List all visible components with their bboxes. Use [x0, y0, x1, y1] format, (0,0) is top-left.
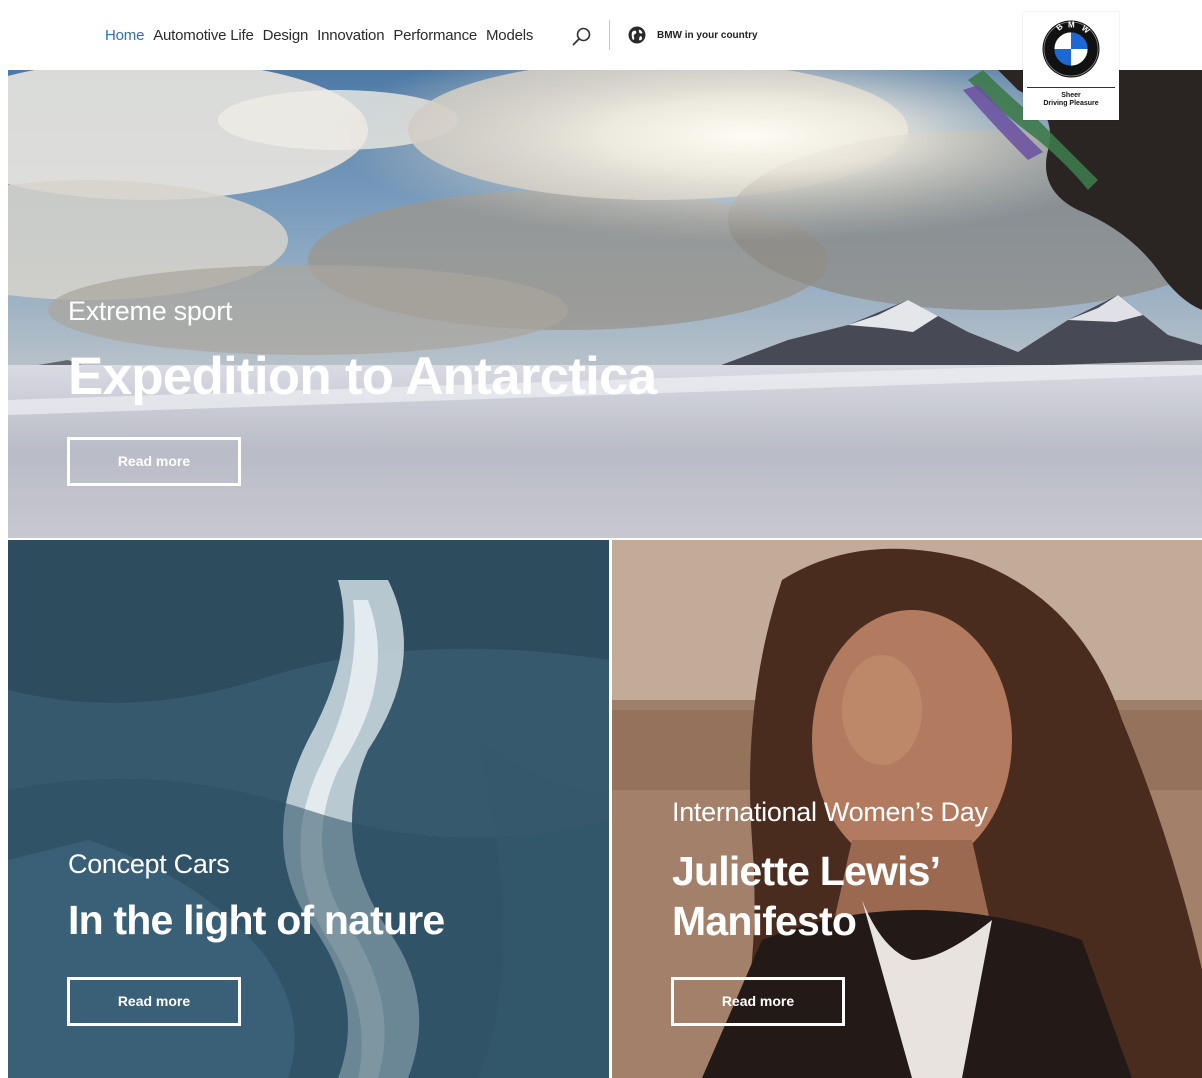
teaser-womens-day[interactable]: International Women’s Day Juliette Lewis… [612, 540, 1202, 1078]
hero-read-more-button[interactable]: Read more [67, 437, 241, 486]
main-menu: Home Automotive Life Design Innovation P… [105, 27, 542, 44]
top-navigation: Home Automotive Life Design Innovation P… [0, 0, 1202, 70]
nav-link-models[interactable]: Models [486, 27, 533, 44]
nav-link-home[interactable]: Home [105, 27, 144, 44]
tile-womens-day-title[interactable]: Juliette Lewis’ Manifesto [672, 846, 941, 946]
nav-link-automotive-life[interactable]: Automotive Life [153, 27, 254, 44]
nav-divider [609, 20, 610, 50]
tile-concept-cars-read-more-button[interactable]: Read more [67, 977, 241, 1026]
teaser-concept-cars[interactable]: Concept Cars In the light of nature Read… [8, 540, 609, 1078]
nav-link-design[interactable]: Design [263, 27, 309, 44]
logo-tagline: Sheer Driving Pleasure [1043, 92, 1099, 107]
country-selector-label: BMW in your country [657, 29, 758, 41]
tile-concept-cars-kicker: Concept Cars [68, 849, 230, 879]
country-selector-link[interactable]: BMW in your country [628, 26, 758, 44]
tile-womens-day-read-more-button[interactable]: Read more [671, 977, 845, 1026]
logo-separator [1027, 87, 1115, 88]
bmw-logo[interactable]: B M W Sheer Driving Pleasure [1023, 12, 1119, 120]
tile-womens-day-kicker: International Women’s Day [672, 797, 988, 827]
page: Home Automotive Life Design Innovation P… [0, 0, 1202, 1078]
tile-concept-cars-title[interactable]: In the light of nature [68, 897, 445, 944]
search-icon[interactable] [571, 26, 593, 48]
bmw-roundel-icon: B M W [1042, 20, 1100, 78]
nav-link-innovation[interactable]: Innovation [317, 27, 384, 44]
svg-text:M: M [1068, 21, 1075, 30]
hero-title[interactable]: Expedition to Antarctica [68, 346, 657, 407]
hero-kicker: Extreme sport [68, 296, 233, 326]
globe-icon [628, 26, 646, 44]
nav-link-performance[interactable]: Performance [393, 27, 477, 44]
hero-teaser[interactable]: Extreme sport Expedition to Antarctica R… [8, 70, 1202, 538]
